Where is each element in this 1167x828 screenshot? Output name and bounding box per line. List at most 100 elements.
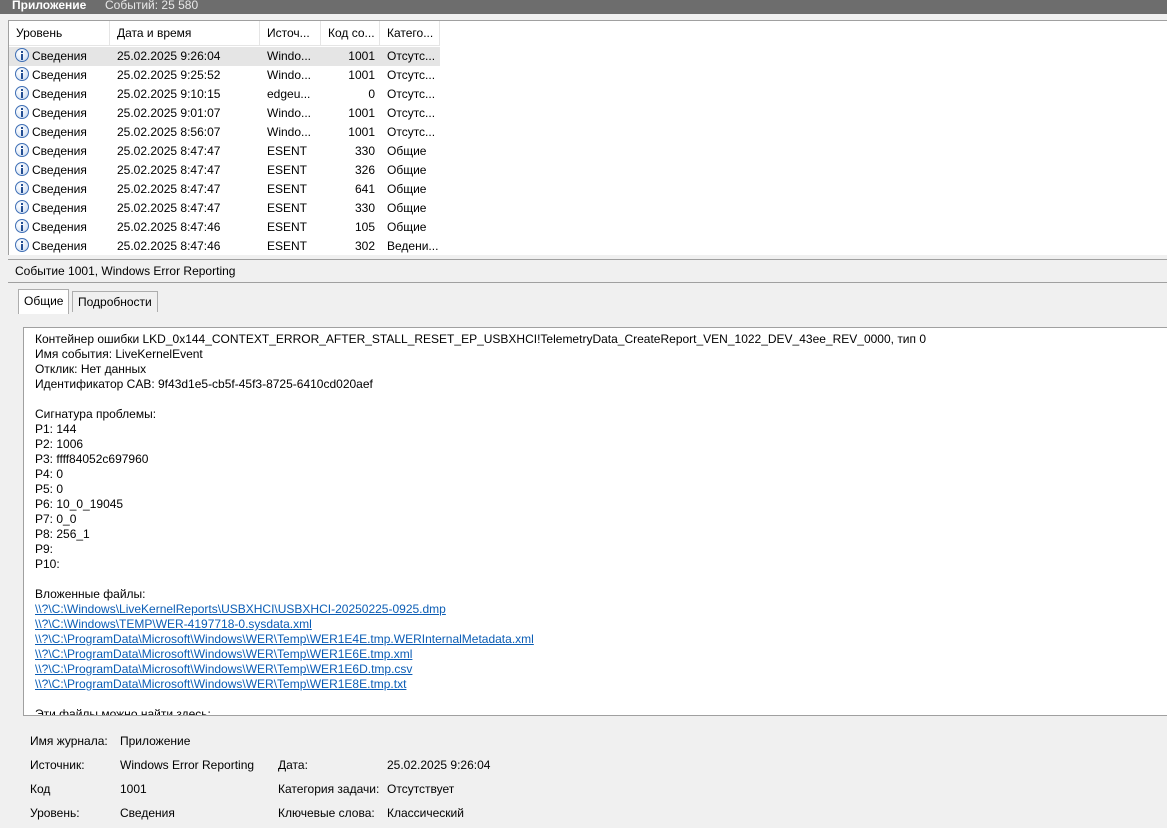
column-header-code[interactable]: Код со... <box>321 21 380 46</box>
row-source: Windo... <box>267 106 312 120</box>
description-line: P5: 0 <box>35 482 64 496</box>
row-category: Ведени... <box>387 239 439 253</box>
description-line: Сигнатура проблемы: <box>35 407 157 421</box>
table-row[interactable]: Сведения 25.02.2025 8:47:47 ESENT 330 Общие <box>9 199 440 218</box>
row-category: Общие <box>387 144 427 158</box>
row-datetime: 25.02.2025 9:26:04 <box>117 49 221 63</box>
row-level: Сведения <box>32 239 87 253</box>
row-source: edgeu... <box>267 87 311 101</box>
row-level: Сведения <box>32 125 87 139</box>
row-level: Сведения <box>32 87 87 101</box>
row-datetime: 25.02.2025 8:47:47 <box>117 182 221 196</box>
level-label: Уровень: <box>30 806 80 820</box>
row-code: 302 <box>354 239 375 253</box>
row-datetime: 25.02.2025 9:01:07 <box>117 106 221 120</box>
row-datetime: 25.02.2025 9:25:52 <box>117 68 221 82</box>
description-line: P10: <box>35 557 60 571</box>
row-level: Сведения <box>32 106 87 120</box>
row-level: Сведения <box>32 144 87 158</box>
row-level: Сведения <box>32 220 87 234</box>
date-value: 25.02.2025 9:26:04 <box>387 758 491 772</box>
source-value: Windows Error Reporting <box>120 758 255 772</box>
description-line: Отклик: Нет данных <box>35 362 147 376</box>
table-row[interactable]: Сведения 25.02.2025 9:26:04 Windo... 1001 От… <box>9 47 440 66</box>
row-category: Общие <box>387 220 427 234</box>
description-line: P3: ffff84052c697960 <box>35 452 149 466</box>
table-row[interactable]: Сведения 25.02.2025 8:47:46 ESENT 105 Общие <box>9 218 440 237</box>
description-line: Идентификатор CAB: 9f43d1e5-cb5f-45f3-87… <box>35 377 373 391</box>
tab-general[interactable]: Общие <box>18 289 70 314</box>
log-name: Приложение <box>12 0 87 12</box>
column-header-datetime[interactable]: Дата и время <box>110 21 260 46</box>
attached-file-link[interactable]: \\?\C:\ProgramData\Microsoft\Windows\WER… <box>35 662 412 676</box>
column-header-source[interactable]: Источ... <box>260 21 321 46</box>
info-icon <box>15 219 29 233</box>
info-icon <box>15 86 29 100</box>
attached-file-link[interactable]: \\?\C:\Windows\LiveKernelReports\USBXHCI… <box>35 602 446 616</box>
task-category-label: Категория задачи: <box>278 782 380 796</box>
log-name-label: Имя журнала: <box>30 734 108 748</box>
row-source: ESENT <box>267 144 308 158</box>
row-source: ESENT <box>267 201 308 215</box>
row-source: Windo... <box>267 49 312 63</box>
attached-file-link[interactable]: \\?\C:\Windows\TEMP\WER-4197718-0.sysdat… <box>35 617 312 631</box>
source-label: Источник: <box>30 758 85 772</box>
code-value: 1001 <box>120 782 147 796</box>
level-value: Сведения <box>120 806 175 820</box>
row-level: Сведения <box>32 49 87 63</box>
description-line: P1: 144 <box>35 422 77 436</box>
event-detail-title: Событие 1001, Windows Error Reporting <box>15 264 236 278</box>
event-properties: Имя журнала: Приложение Источник: Window… <box>0 728 1167 828</box>
code-label: Код <box>30 782 51 796</box>
events-count: Событий: 25 580 <box>105 0 199 12</box>
description-line: Вложенные файлы: <box>35 587 146 601</box>
row-source: ESENT <box>267 163 308 177</box>
row-datetime: 25.02.2025 8:47:47 <box>117 163 221 177</box>
table-row[interactable]: Сведения 25.02.2025 8:47:47 ESENT 326 Общие <box>9 161 440 180</box>
row-code: 330 <box>354 144 375 158</box>
table-row[interactable]: Сведения 25.02.2025 9:01:07 Windo... 1001 От… <box>9 104 440 123</box>
table-row[interactable]: Сведения 25.02.2025 8:47:46 ESENT 302 Ведени… <box>9 237 440 255</box>
description-line <box>35 572 926 587</box>
event-detail-header: Событие 1001, Windows Error Reporting <box>8 259 1167 283</box>
row-source: ESENT <box>267 220 308 234</box>
info-icon <box>15 143 29 157</box>
row-code: 1001 <box>348 106 375 120</box>
row-datetime: 25.02.2025 8:47:46 <box>117 220 221 234</box>
description-line <box>35 392 926 407</box>
log-title-bar: Приложение Событий: 25 580 <box>0 0 1167 14</box>
log-name-value: Приложение <box>120 734 191 748</box>
description-line: P6: 10_0_19045 <box>35 497 124 511</box>
description-line: P8: 256_1 <box>35 527 90 541</box>
table-row[interactable]: Сведения 25.02.2025 8:56:07 Windo... 1001 От… <box>9 123 440 142</box>
attached-file-link[interactable]: \\?\C:\ProgramData\Microsoft\Windows\WER… <box>35 632 534 646</box>
column-header-level[interactable]: Уровень <box>9 21 110 46</box>
row-datetime: 25.02.2025 9:10:15 <box>117 87 221 101</box>
row-category: Отсутс... <box>387 125 436 139</box>
column-header-category[interactable]: Катего... <box>380 21 440 46</box>
info-icon <box>15 124 29 138</box>
attached-file-link[interactable]: \\?\C:\ProgramData\Microsoft\Windows\WER… <box>35 647 412 661</box>
event-description[interactable]: Контейнер ошибки LKD_0x144_CONTEXT_ERROR… <box>23 327 1167 716</box>
info-icon <box>15 67 29 81</box>
row-code: 641 <box>354 182 375 196</box>
row-category: Общие <box>387 182 427 196</box>
table-row[interactable]: Сведения 25.02.2025 9:10:15 edgeu... 0 Отсут… <box>9 85 440 104</box>
event-description-text: Контейнер ошибки LKD_0x144_CONTEXT_ERROR… <box>35 332 926 715</box>
row-source: Windo... <box>267 125 312 139</box>
attached-file-link[interactable]: \\?\C:\ProgramData\Microsoft\Windows\WER… <box>35 677 406 691</box>
table-row[interactable]: Сведения 25.02.2025 8:47:47 ESENT 641 Общие <box>9 180 440 199</box>
table-row[interactable]: Сведения 25.02.2025 9:25:52 Windo... 1001 От… <box>9 66 440 85</box>
tab-details[interactable]: Подробности <box>72 291 158 312</box>
row-datetime: 25.02.2025 8:47:47 <box>117 144 221 158</box>
row-datetime: 25.02.2025 8:47:47 <box>117 201 221 215</box>
keywords-label: Ключевые слова: <box>278 806 375 820</box>
row-code: 105 <box>354 220 375 234</box>
description-line: P9: <box>35 542 54 556</box>
table-row[interactable]: Сведения 25.02.2025 8:47:47 ESENT 330 Общие <box>9 142 440 161</box>
grid-header: Уровень Дата и время Источ... Код со... … <box>9 21 440 47</box>
row-datetime: 25.02.2025 8:56:07 <box>117 125 221 139</box>
row-code: 1001 <box>348 49 375 63</box>
events-grid[interactable]: Уровень Дата и время Источ... Код со... … <box>8 20 1167 255</box>
task-category-value: Отсутствует <box>387 782 455 796</box>
